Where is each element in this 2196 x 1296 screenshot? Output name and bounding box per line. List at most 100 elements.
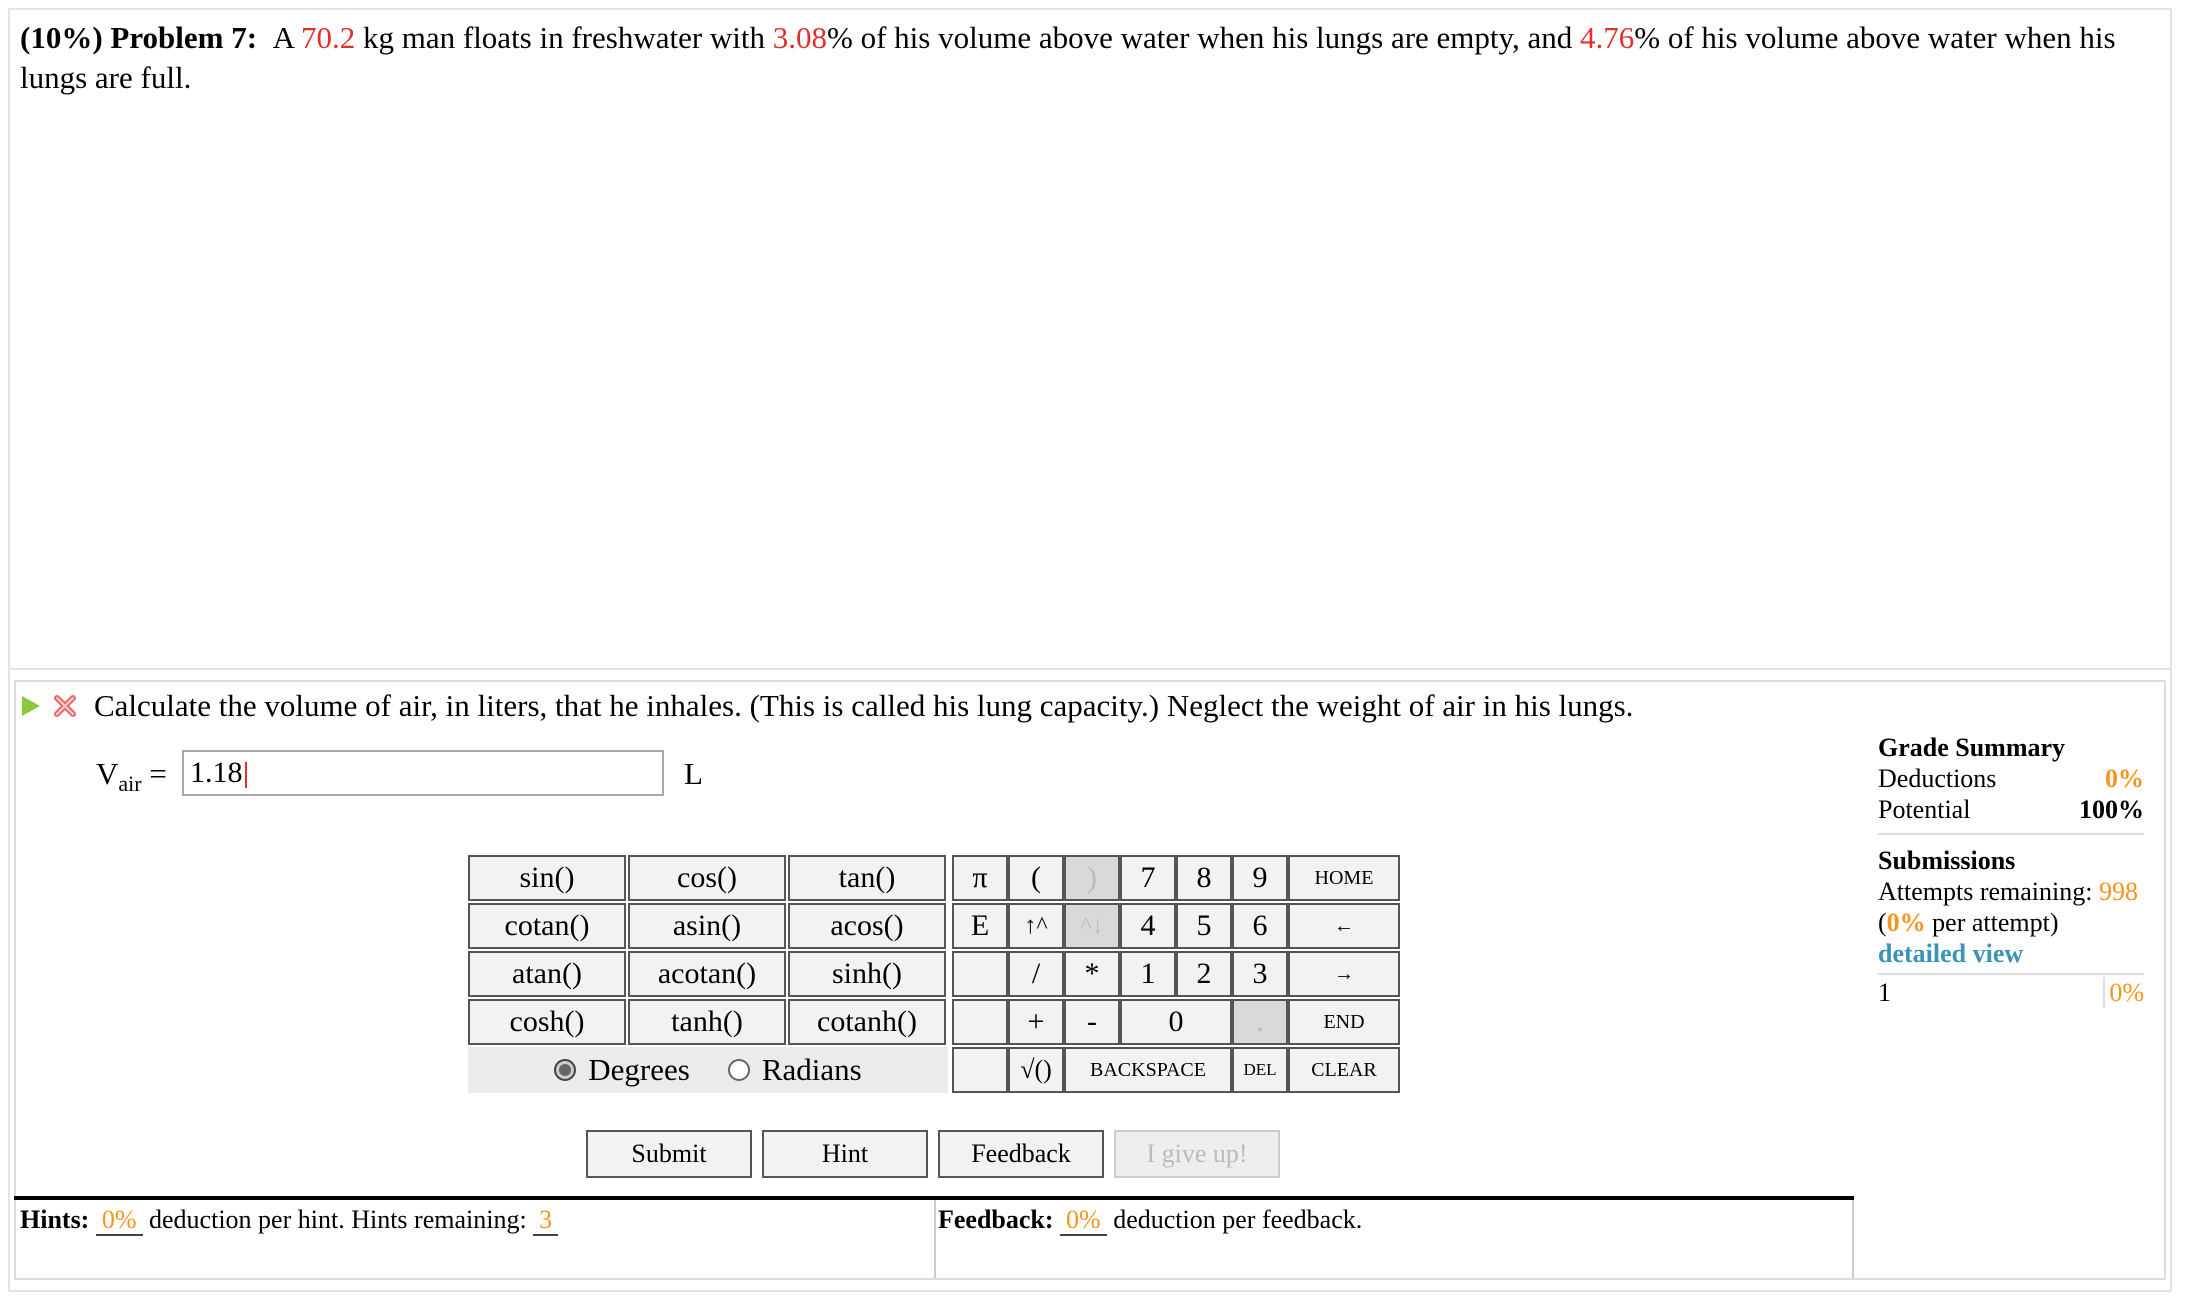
- key-atan[interactable]: atan(): [468, 951, 626, 997]
- key-sinh[interactable]: sinh(): [788, 951, 946, 997]
- mass-value: 70.2: [301, 20, 356, 55]
- key-multiply[interactable]: *: [1064, 951, 1120, 997]
- key-minus[interactable]: -: [1064, 999, 1120, 1045]
- key-right-arrow[interactable]: →: [1288, 951, 1400, 997]
- problem-text: A: [272, 20, 301, 55]
- potential-value: 100%: [2079, 795, 2144, 824]
- detailed-view-link[interactable]: detailed view: [1878, 938, 2144, 969]
- key-6[interactable]: 6: [1232, 903, 1288, 949]
- submission-pct: 0%: [2103, 977, 2144, 1008]
- key-down[interactable]: ^↓: [1064, 903, 1120, 949]
- key-e[interactable]: E: [952, 903, 1008, 949]
- potential-label: Potential: [1878, 795, 1971, 824]
- key-8[interactable]: 8: [1176, 855, 1232, 901]
- answer-unit: L: [684, 756, 703, 791]
- key-tanh[interactable]: tanh(): [628, 999, 786, 1045]
- give-up-button[interactable]: I give up!: [1114, 1130, 1280, 1178]
- submission-row: 1 0%: [1878, 973, 2144, 1008]
- question-text: Calculate the volume of air, in liters, …: [94, 688, 1634, 723]
- hints-text: deduction per hint. Hints remaining:: [149, 1205, 527, 1234]
- deductions-label: Deductions: [1878, 764, 1997, 793]
- feedback-pct: 0%: [1060, 1205, 1107, 1236]
- key-sqrt[interactable]: √(): [1008, 1047, 1064, 1093]
- empty-pct-value: 3.08: [772, 20, 828, 55]
- key-4[interactable]: 4: [1120, 903, 1176, 949]
- angle-mode: Degrees Radians: [468, 1047, 948, 1093]
- key-left-arrow[interactable]: ←: [1288, 903, 1400, 949]
- key-3[interactable]: 3: [1232, 951, 1288, 997]
- key-del[interactable]: DEL: [1232, 1047, 1288, 1093]
- attempts-label: Attempts remaining:: [1878, 877, 2093, 906]
- problem-title: Problem 7:: [110, 20, 258, 55]
- problem-statement: (10%) Problem 7: A 70.2 kg man floats in…: [20, 18, 2140, 98]
- degrees-label: Degrees: [588, 1052, 690, 1087]
- divider: [10, 668, 2170, 670]
- key-home[interactable]: HOME: [1288, 855, 1400, 901]
- key-cotanh[interactable]: cotanh(): [788, 999, 946, 1045]
- deductions-value: 0%: [2105, 764, 2144, 793]
- key-cosh[interactable]: cosh(): [468, 999, 626, 1045]
- key-rparen[interactable]: ): [1064, 855, 1120, 901]
- grade-summary: Grade Summary Deductions 0% Potential 100%…: [1878, 732, 2144, 1008]
- var-sub: air: [118, 771, 142, 797]
- key-0[interactable]: 0: [1120, 999, 1232, 1045]
- key-2[interactable]: 2: [1176, 951, 1232, 997]
- submit-button[interactable]: Submit: [586, 1130, 752, 1178]
- answer-value: 1.18: [190, 756, 243, 789]
- key-divide[interactable]: /: [1008, 951, 1064, 997]
- divider: [934, 1200, 936, 1278]
- submission-number: 1: [1878, 978, 1891, 1007]
- key-7[interactable]: 7: [1120, 855, 1176, 901]
- key-blank: [952, 1047, 1008, 1093]
- problem-text: kg man floats in freshwater with: [355, 20, 773, 55]
- key-clear[interactable]: CLEAR: [1288, 1047, 1400, 1093]
- text-caret: [244, 762, 247, 789]
- play-icon[interactable]: [22, 696, 40, 716]
- equals-sign: =: [149, 756, 167, 791]
- grade-summary-title: Grade Summary: [1878, 733, 2066, 762]
- key-5[interactable]: 5: [1176, 903, 1232, 949]
- feedback-button[interactable]: Feedback: [938, 1130, 1104, 1178]
- key-end[interactable]: END: [1288, 999, 1400, 1045]
- hints-info: Hints: 0% deduction per hint. Hints rema…: [20, 1202, 559, 1238]
- key-1[interactable]: 1: [1120, 951, 1176, 997]
- key-pi[interactable]: π: [952, 855, 1008, 901]
- feedback-text: deduction per feedback.: [1113, 1205, 1363, 1234]
- submissions-title: Submissions: [1878, 846, 2016, 875]
- key-cotan[interactable]: cotan(): [468, 903, 626, 949]
- answer-variable: Vair =: [96, 752, 167, 806]
- problem-text: % of his volume above water when his lun…: [827, 20, 1581, 55]
- per-attempt-text: (: [1878, 908, 1887, 937]
- key-acotan[interactable]: acotan(): [628, 951, 786, 997]
- answer-input[interactable]: 1.18: [182, 750, 664, 796]
- key-9[interactable]: 9: [1232, 855, 1288, 901]
- key-asin[interactable]: asin(): [628, 903, 786, 949]
- divider: [1852, 1200, 1854, 1278]
- hint-button[interactable]: Hint: [762, 1130, 928, 1178]
- problem-weight: (10%): [20, 20, 103, 55]
- key-sin[interactable]: sin(): [468, 855, 626, 901]
- attempts-remaining: 998: [2098, 877, 2138, 906]
- degrees-radio[interactable]: [554, 1059, 577, 1081]
- hints-remaining: 3: [533, 1205, 559, 1236]
- key-acos[interactable]: acos(): [788, 903, 946, 949]
- feedback-info: Feedback: 0% deduction per feedback.: [938, 1202, 1362, 1238]
- key-blank: [952, 951, 1008, 997]
- full-pct-value: 4.76: [1580, 20, 1635, 55]
- key-cos[interactable]: cos(): [628, 855, 786, 901]
- radians-label: Radians: [761, 1052, 862, 1087]
- question-line: Calculate the volume of air, in liters, …: [22, 686, 1633, 726]
- key-plus[interactable]: +: [1008, 999, 1064, 1045]
- hints-label: Hints:: [20, 1205, 90, 1234]
- feedback-label: Feedback:: [938, 1205, 1054, 1234]
- per-attempt-text: per attempt): [1925, 908, 2059, 937]
- key-tan[interactable]: tan(): [788, 855, 946, 901]
- key-up[interactable]: ↑^: [1008, 903, 1064, 949]
- radians-radio[interactable]: [727, 1059, 750, 1081]
- key-blank: [952, 999, 1008, 1045]
- per-attempt-pct: 0%: [1886, 908, 1926, 937]
- key-backspace[interactable]: BACKSPACE: [1064, 1047, 1232, 1093]
- key-dot[interactable]: .: [1232, 999, 1288, 1045]
- key-lparen[interactable]: (: [1008, 855, 1064, 901]
- var-main: V: [96, 756, 119, 791]
